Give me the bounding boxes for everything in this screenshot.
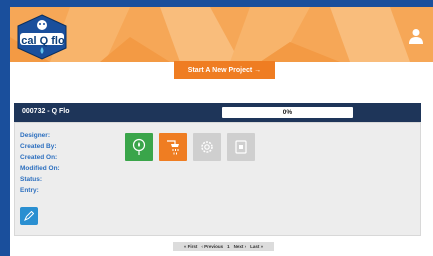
user-account-icon[interactable] [409, 28, 423, 44]
designer-label: Designer: [20, 132, 50, 139]
calqflo-logo[interactable]: cal Q flo [14, 14, 70, 60]
edit-project-button[interactable] [20, 207, 38, 225]
project-title[interactable]: 000732 - Q Flo [22, 108, 69, 115]
gear-icon [201, 141, 213, 153]
modified-on-label: Modified On: [20, 165, 60, 172]
pagination: « First ‹ Previous 1 Next › Last » [173, 242, 274, 251]
pencil-icon [24, 211, 34, 221]
pagination-previous[interactable]: ‹ Previous [201, 244, 223, 249]
project-details-panel: Designer: Created By: Created On: Modifi… [14, 122, 421, 236]
window-frame-top [0, 0, 433, 7]
entry-label: Entry: [20, 187, 39, 194]
water-heater-icon [235, 140, 247, 154]
tile-water-heater[interactable] [227, 133, 255, 161]
window-frame-left [0, 0, 10, 256]
start-new-project-button[interactable]: Start A New Project → [174, 61, 275, 79]
progress-label: 0% [282, 109, 293, 116]
shower-icon [167, 140, 179, 155]
created-by-label: Created By: [20, 143, 57, 150]
header-banner [10, 7, 433, 62]
progress-bar: 0% [222, 107, 353, 118]
created-on-label: Created On: [20, 154, 58, 161]
pagination-next[interactable]: Next › [234, 244, 247, 249]
tile-tap-water[interactable] [125, 133, 153, 161]
tile-settings[interactable] [193, 133, 221, 161]
pagination-page[interactable]: 1 [227, 244, 230, 249]
status-label: Status: [20, 176, 43, 183]
pagination-last[interactable]: Last » [250, 244, 263, 249]
logo-text: cal Q flo [21, 35, 65, 47]
tap-water-icon [132, 138, 146, 155]
pagination-first[interactable]: « First [184, 244, 198, 249]
project-header[interactable]: 000732 - Q Flo 0% [14, 103, 421, 122]
tile-shower[interactable] [159, 133, 187, 161]
